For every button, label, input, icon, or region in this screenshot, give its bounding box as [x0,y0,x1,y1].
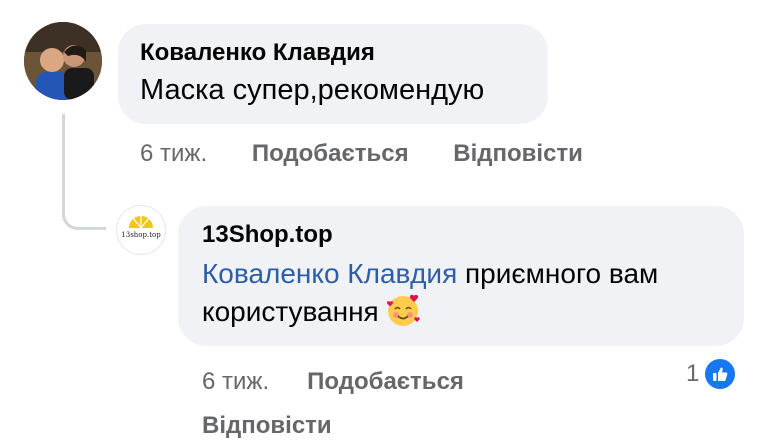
shop-logo-text: 13shop.top [121,231,161,239]
comment-actions: 6 тиж. Подобається Відповісти [140,140,621,168]
comment-text: Маска супер,рекомендую [140,74,485,106]
comment-time[interactable]: 6 тиж. [140,140,207,167]
comment-author[interactable]: Коваленко Клавдия [140,38,526,68]
smiling-face-with-hearts-icon [385,292,421,328]
reply-thread-line [62,114,106,230]
reply-actions: 6 тиж. Подобається Відповісти [202,360,502,448]
reply-text-block: Коваленко Клавдия приємного вам користув… [202,256,702,330]
reply-mention-link[interactable]: Коваленко Клавдия [202,258,457,289]
comment-reply-button[interactable]: Відповісти [453,140,583,167]
commenter-avatar[interactable] [24,22,102,100]
reply-author[interactable]: 13Shop.top [202,220,720,250]
comment-bubble: Коваленко Клавдия Маска супер,рекомендую [118,24,548,124]
comment-like-button[interactable]: Подобається [252,140,409,167]
reply-bubble: 13Shop.top Коваленко Клавдия приємного в… [178,206,744,346]
reply-time[interactable]: 6 тиж. [202,368,269,395]
shop-avatar[interactable]: 13shop.top [116,205,166,255]
reaction-count: 1 [686,360,700,387]
thumbs-up-icon [703,357,738,391]
reply-reply-button[interactable]: Відповісти [202,412,332,439]
reply-like-button[interactable]: Подобається [307,368,464,395]
reaction-summary[interactable]: 1 [686,356,738,392]
